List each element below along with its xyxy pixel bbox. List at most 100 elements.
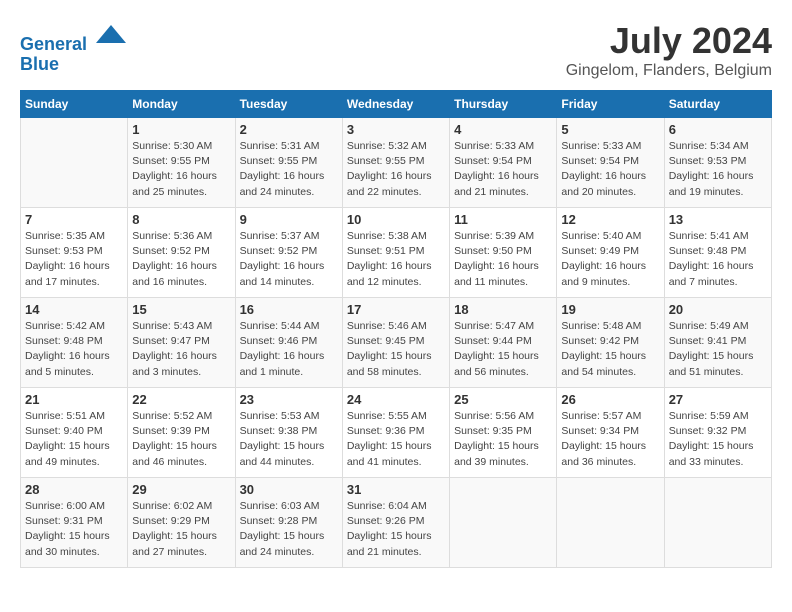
weekday-header-thursday: Thursday [450, 91, 557, 118]
week-row-5: 28Sunrise: 6:00 AMSunset: 9:31 PMDayligh… [21, 478, 772, 568]
calendar-cell: 22 Sunrise: 5:52 AMSunset: 9:39 PMDayligh… [128, 388, 235, 478]
week-row-1: 1Sunrise: 5:30 AMSunset: 9:55 PMDaylight… [21, 118, 772, 208]
calendar-cell: 9 Sunrise: 5:37 AMSunset: 9:52 PMDaylight… [235, 208, 342, 298]
calendar-cell: 15Sunrise: 5:43 AMSunset: 9:47 PMDayligh… [128, 298, 235, 388]
day-number: 17 [347, 302, 445, 317]
weekday-header-sunday: Sunday [21, 91, 128, 118]
day-number: 7 [25, 212, 123, 227]
day-info: Sunrise: 5:36 AMSunset: 9:52 PMDaylight:… [132, 229, 230, 290]
logo-blue: Blue [20, 55, 126, 75]
week-row-3: 14 Sunrise: 5:42 AMSunset: 9:48 PMDayligh… [21, 298, 772, 388]
week-row-2: 7 Sunrise: 5:35 AMSunset: 9:53 PMDaylight… [21, 208, 772, 298]
day-info: Sunrise: 5:34 AMSunset: 9:53 PMDaylight:… [669, 139, 767, 200]
calendar-cell: 5 Sunrise: 5:33 AMSunset: 9:54 PMDaylight… [557, 118, 664, 208]
day-info: Sunrise: 5:55 AMSunset: 9:36 PMDaylight:… [347, 409, 445, 470]
day-info: Sunrise: 5:40 AMSunset: 9:49 PMDaylight:… [561, 229, 659, 290]
calendar-cell: 8 Sunrise: 5:36 AMSunset: 9:52 PMDaylight… [128, 208, 235, 298]
page-header: General Blue July 2024 Gingelom, Flander… [20, 20, 772, 80]
day-number: 11 [454, 212, 552, 227]
day-info: Sunrise: 6:03 AMSunset: 9:28 PMDaylight:… [240, 499, 338, 560]
location: Gingelom, Flanders, Belgium [566, 62, 772, 80]
day-number: 22 [132, 392, 230, 407]
day-info: Sunrise: 5:33 AMSunset: 9:54 PMDaylight:… [454, 139, 552, 200]
weekday-header-monday: Monday [128, 91, 235, 118]
day-info: Sunrise: 5:56 AMSunset: 9:35 PMDaylight:… [454, 409, 552, 470]
calendar-cell: 7 Sunrise: 5:35 AMSunset: 9:53 PMDaylight… [21, 208, 128, 298]
day-info: Sunrise: 5:31 AMSunset: 9:55 PMDaylight:… [240, 139, 338, 200]
day-number: 10 [347, 212, 445, 227]
calendar-cell: 26 Sunrise: 5:57 AMSunset: 9:34 PMDayligh… [557, 388, 664, 478]
calendar-cell [664, 478, 771, 568]
calendar-cell: 6Sunrise: 5:34 AMSunset: 9:53 PMDaylight… [664, 118, 771, 208]
day-number: 24 [347, 392, 445, 407]
day-number: 3 [347, 122, 445, 137]
day-info: Sunrise: 5:42 AMSunset: 9:48 PMDaylight:… [25, 319, 123, 380]
weekday-header-friday: Friday [557, 91, 664, 118]
day-number: 9 [240, 212, 338, 227]
weekday-header-saturday: Saturday [664, 91, 771, 118]
day-number: 18 [454, 302, 552, 317]
day-info: Sunrise: 5:52 AMSunset: 9:39 PMDaylight:… [132, 409, 230, 470]
week-row-4: 21Sunrise: 5:51 AMSunset: 9:40 PMDayligh… [21, 388, 772, 478]
calendar-cell [557, 478, 664, 568]
calendar-cell: 18Sunrise: 5:47 AMSunset: 9:44 PMDayligh… [450, 298, 557, 388]
day-info: Sunrise: 6:04 AMSunset: 9:26 PMDaylight:… [347, 499, 445, 560]
day-number: 26 [561, 392, 659, 407]
day-info: Sunrise: 5:35 AMSunset: 9:53 PMDaylight:… [25, 229, 123, 290]
calendar-cell: 11 Sunrise: 5:39 AMSunset: 9:50 PMDayligh… [450, 208, 557, 298]
day-info: Sunrise: 5:57 AMSunset: 9:34 PMDaylight:… [561, 409, 659, 470]
day-info: Sunrise: 5:44 AMSunset: 9:46 PMDaylight:… [240, 319, 338, 380]
calendar-cell: 23 Sunrise: 5:53 AMSunset: 9:38 PMDayligh… [235, 388, 342, 478]
day-number: 13 [669, 212, 767, 227]
calendar-cell [450, 478, 557, 568]
logo: General Blue [20, 20, 126, 75]
calendar-cell: 21Sunrise: 5:51 AMSunset: 9:40 PMDayligh… [21, 388, 128, 478]
day-info: Sunrise: 5:38 AMSunset: 9:51 PMDaylight:… [347, 229, 445, 290]
day-info: Sunrise: 5:39 AMSunset: 9:50 PMDaylight:… [454, 229, 552, 290]
calendar-cell: 16 Sunrise: 5:44 AMSunset: 9:46 PMDayligh… [235, 298, 342, 388]
calendar-cell: 31 Sunrise: 6:04 AMSunset: 9:26 PMDayligh… [342, 478, 449, 568]
month-title: July 2024 [566, 20, 772, 62]
day-info: Sunrise: 5:33 AMSunset: 9:54 PMDaylight:… [561, 139, 659, 200]
day-number: 14 [25, 302, 123, 317]
day-info: Sunrise: 5:43 AMSunset: 9:47 PMDaylight:… [132, 319, 230, 380]
calendar-cell: 4Sunrise: 5:33 AMSunset: 9:54 PMDaylight… [450, 118, 557, 208]
calendar-cell: 3Sunrise: 5:32 AMSunset: 9:55 PMDaylight… [342, 118, 449, 208]
logo-icon [96, 20, 126, 50]
day-number: 23 [240, 392, 338, 407]
calendar-cell: 25Sunrise: 5:56 AMSunset: 9:35 PMDayligh… [450, 388, 557, 478]
day-number: 12 [561, 212, 659, 227]
day-number: 19 [561, 302, 659, 317]
calendar-cell: 29Sunrise: 6:02 AMSunset: 9:29 PMDayligh… [128, 478, 235, 568]
title-section: July 2024 Gingelom, Flanders, Belgium [566, 20, 772, 80]
day-number: 2 [240, 122, 338, 137]
day-info: Sunrise: 5:37 AMSunset: 9:52 PMDaylight:… [240, 229, 338, 290]
calendar-cell: 24 Sunrise: 5:55 AMSunset: 9:36 PMDayligh… [342, 388, 449, 478]
calendar-cell: 17 Sunrise: 5:46 AMSunset: 9:45 PMDayligh… [342, 298, 449, 388]
weekday-header-row: SundayMondayTuesdayWednesdayThursdayFrid… [21, 91, 772, 118]
day-number: 8 [132, 212, 230, 227]
calendar-cell: 1Sunrise: 5:30 AMSunset: 9:55 PMDaylight… [128, 118, 235, 208]
day-number: 29 [132, 482, 230, 497]
calendar-cell [21, 118, 128, 208]
day-number: 30 [240, 482, 338, 497]
calendar-cell: 20Sunrise: 5:49 AMSunset: 9:41 PMDayligh… [664, 298, 771, 388]
day-number: 21 [25, 392, 123, 407]
calendar-cell: 12 Sunrise: 5:40 AMSunset: 9:49 PMDayligh… [557, 208, 664, 298]
day-number: 16 [240, 302, 338, 317]
day-number: 20 [669, 302, 767, 317]
day-info: Sunrise: 5:53 AMSunset: 9:38 PMDaylight:… [240, 409, 338, 470]
calendar-table: SundayMondayTuesdayWednesdayThursdayFrid… [20, 90, 772, 568]
day-number: 5 [561, 122, 659, 137]
day-info: Sunrise: 5:46 AMSunset: 9:45 PMDaylight:… [347, 319, 445, 380]
calendar-cell: 30 Sunrise: 6:03 AMSunset: 9:28 PMDayligh… [235, 478, 342, 568]
day-info: Sunrise: 5:48 AMSunset: 9:42 PMDaylight:… [561, 319, 659, 380]
day-number: 31 [347, 482, 445, 497]
calendar-cell: 28Sunrise: 6:00 AMSunset: 9:31 PMDayligh… [21, 478, 128, 568]
day-info: Sunrise: 5:41 AMSunset: 9:48 PMDaylight:… [669, 229, 767, 290]
calendar-cell: 13 Sunrise: 5:41 AMSunset: 9:48 PMDayligh… [664, 208, 771, 298]
day-info: Sunrise: 5:30 AMSunset: 9:55 PMDaylight:… [132, 139, 230, 200]
logo-general: General [20, 34, 87, 54]
day-info: Sunrise: 6:00 AMSunset: 9:31 PMDaylight:… [25, 499, 123, 560]
calendar-cell: 2 Sunrise: 5:31 AMSunset: 9:55 PMDaylight… [235, 118, 342, 208]
